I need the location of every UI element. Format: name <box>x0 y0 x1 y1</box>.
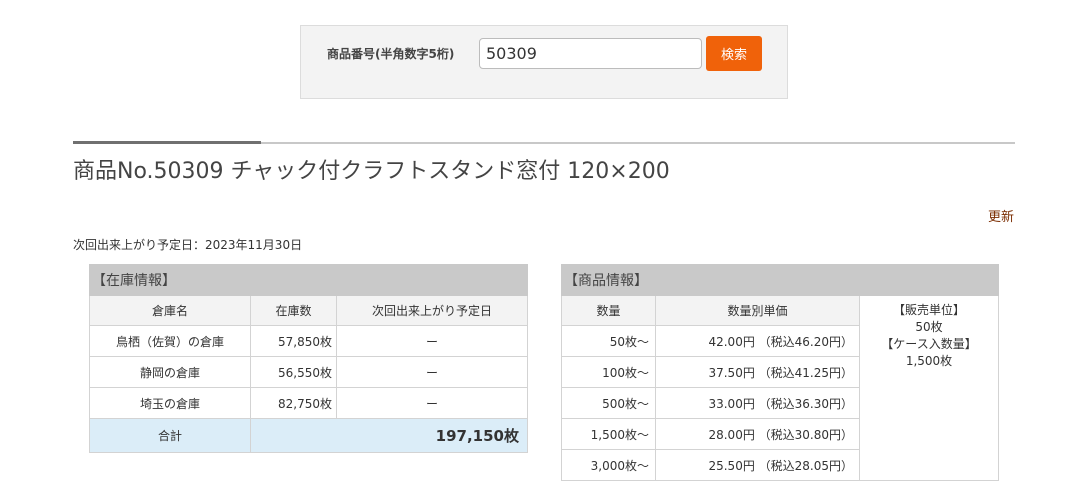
quantity-tier: 50枚～ <box>561 325 656 357</box>
table-row: 埼玉の倉庫 82,750枚 ー <box>89 387 528 419</box>
next-date-cell: ー <box>336 356 528 388</box>
search-button[interactable]: 検索 <box>706 36 762 71</box>
case-quantity-value: 1,500枚 <box>905 354 953 368</box>
total-row: 合計 197,150枚 <box>89 418 528 453</box>
column-header-quantity: 数量 <box>561 295 656 326</box>
unit-price: 25.50円 （税込28.05円） <box>655 449 860 481</box>
quantity-tier: 100枚～ <box>561 356 656 388</box>
next-date-cell: ー <box>336 325 528 357</box>
search-panel: 商品番号(半角数字5桁) 検索 <box>300 25 788 99</box>
sales-unit-value: 50枚 <box>915 320 943 334</box>
column-header-unit-price: 数量別単価 <box>655 295 860 326</box>
case-quantity-label: 【ケース入数量】 <box>881 337 977 351</box>
page-title: 商品No.50309 チャック付クラフトスタンド窓付 120×200 <box>73 159 670 184</box>
stock-quantity: 82,750枚 <box>250 387 337 419</box>
product-caption: 【商品情報】 <box>561 264 999 296</box>
stock-quantity: 56,550枚 <box>250 356 337 388</box>
pricing-header-row: 数量 数量別単価 【販売単位】 50枚 【ケース入数量】 1,500枚 <box>561 295 999 481</box>
next-date-cell: ー <box>336 387 528 419</box>
column-header-warehouse: 倉庫名 <box>89 295 251 326</box>
warehouse-name: 静岡の倉庫 <box>89 356 251 388</box>
table-row: 静岡の倉庫 56,550枚 ー <box>89 356 528 388</box>
quantity-tier: 500枚～ <box>561 387 656 419</box>
column-header-stock: 在庫数 <box>250 295 337 326</box>
sales-unit-label: 【販売単位】 <box>892 303 965 317</box>
product-info-table: 【商品情報】 数量 数量別単価 【販売単位】 50枚 【ケース入数量】 1,50… <box>561 264 999 481</box>
sales-info-cell: 【販売単位】 50枚 【ケース入数量】 1,500枚 <box>859 295 999 481</box>
stock-quantity: 57,850枚 <box>250 325 337 357</box>
total-value: 197,150枚 <box>250 418 528 453</box>
search-label: 商品番号(半角数字5桁) <box>327 47 455 61</box>
unit-price: 42.00円 （税込46.20円） <box>655 325 860 357</box>
unit-price: 37.50円 （税込41.25円） <box>655 356 860 388</box>
product-caption-row: 【商品情報】 <box>561 264 999 296</box>
warehouse-name: 埼玉の倉庫 <box>89 387 251 419</box>
stock-caption-row: 【在庫情報】 <box>89 264 528 296</box>
unit-price: 33.00円 （税込36.30円） <box>655 387 860 419</box>
unit-price: 28.00円 （税込30.80円） <box>655 418 860 450</box>
product-number-input[interactable] <box>479 38 702 69</box>
warehouse-name: 鳥栖（佐賀）の倉庫 <box>89 325 251 357</box>
stock-caption: 【在庫情報】 <box>89 264 528 296</box>
table-row: 鳥栖（佐賀）の倉庫 57,850枚 ー <box>89 325 528 357</box>
quantity-tier: 3,000枚～ <box>561 449 656 481</box>
stock-header-row: 倉庫名 在庫数 次回出来上がり予定日 <box>89 295 528 326</box>
next-completion-date: 次回出来上がり予定日：2023年11月30日 <box>73 238 303 252</box>
column-header-next-date: 次回出来上がり予定日 <box>336 295 528 326</box>
stock-table: 【在庫情報】 倉庫名 在庫数 次回出来上がり予定日 鳥栖（佐賀）の倉庫 57,8… <box>89 264 528 453</box>
total-label: 合計 <box>89 418 251 453</box>
quantity-tier: 1,500枚～ <box>561 418 656 450</box>
title-divider-accent <box>73 141 261 144</box>
refresh-link[interactable]: 更新 <box>988 206 1014 225</box>
